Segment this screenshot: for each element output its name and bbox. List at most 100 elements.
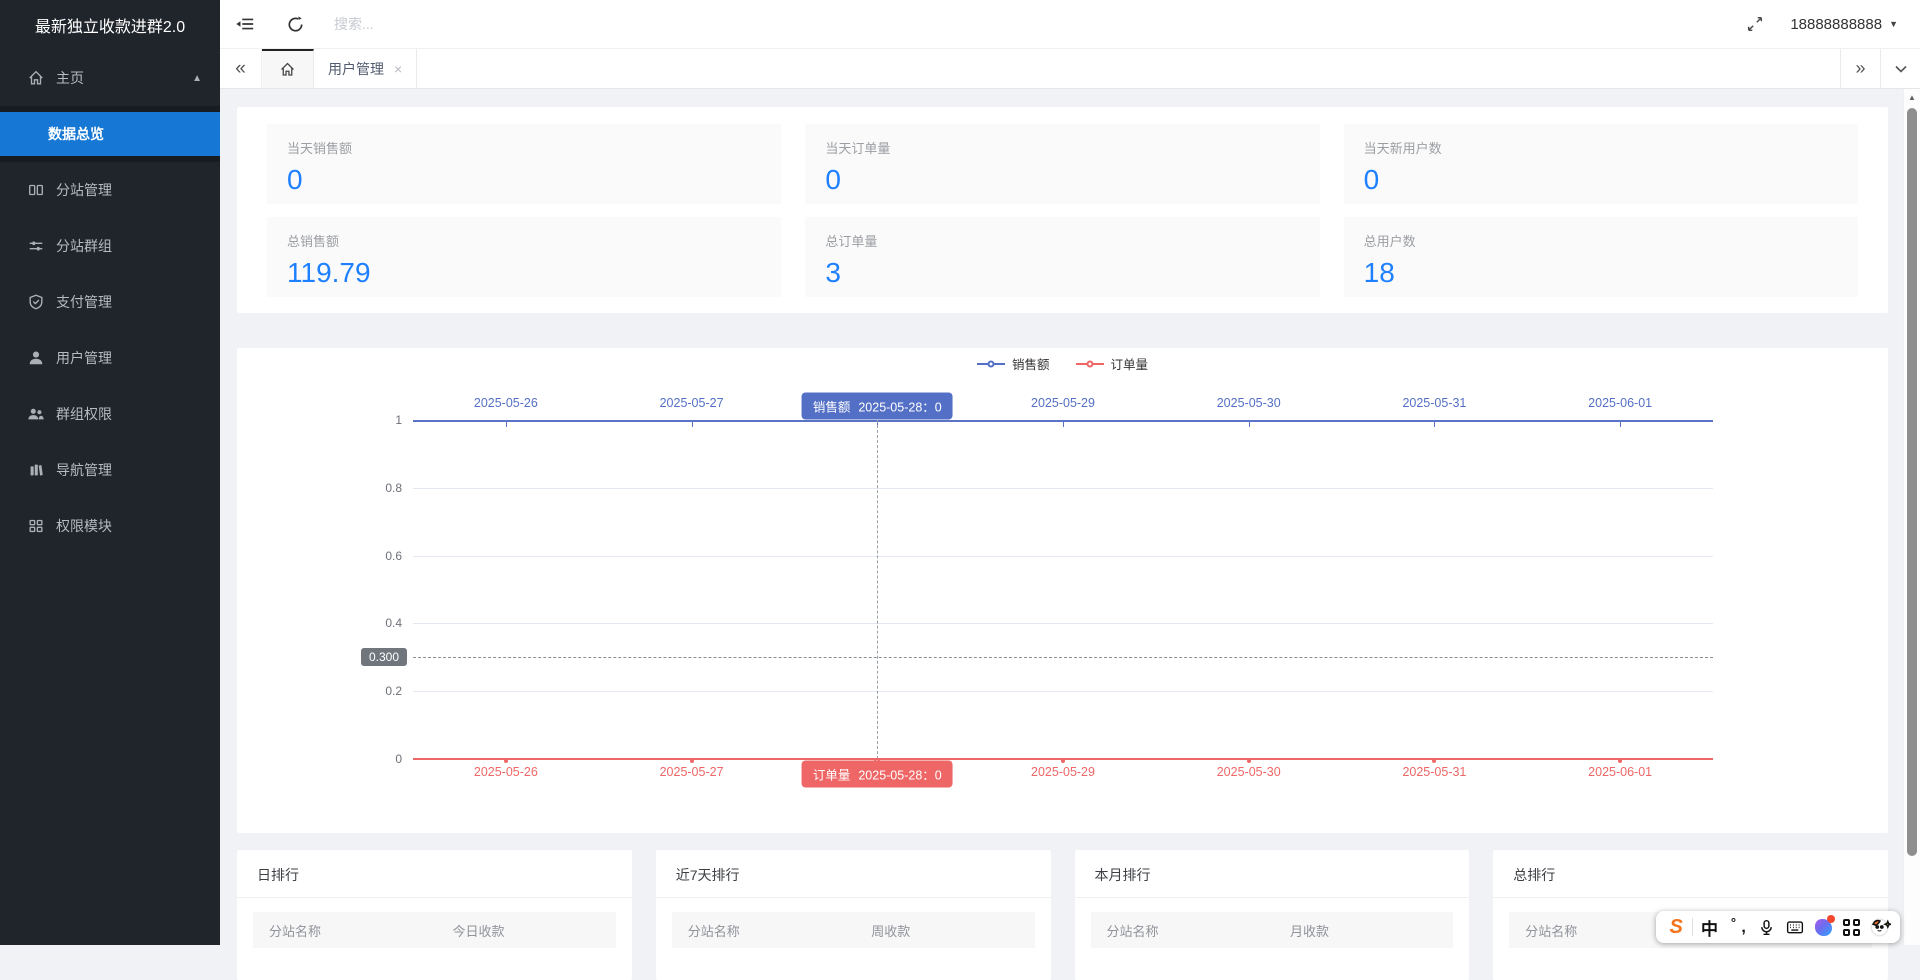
tabs-scroll-right-icon[interactable]: » xyxy=(1840,49,1880,88)
x-tick-label-bottom: 2025-05-30 xyxy=(1217,765,1281,779)
scrollbar-up-icon[interactable]: ▲ xyxy=(1904,89,1920,105)
y-tick-label: 0 xyxy=(395,752,402,766)
divider xyxy=(656,897,1051,898)
rank-title: 总排行 xyxy=(1493,850,1888,897)
x-tick-label-bottom: 2025-06-01 xyxy=(1588,765,1652,779)
user-caret-icon: ▼ xyxy=(1889,19,1898,29)
stat-card-total-sales: 总销售额 119.79 xyxy=(267,217,781,297)
tooltip-value: 2025-05-28：0 xyxy=(858,397,941,416)
legend-item-orders[interactable]: 订单量 xyxy=(1076,354,1149,373)
ai-assistant-icon[interactable] xyxy=(1868,914,1892,940)
sidebar-item-group-permission[interactable]: 群组权限 xyxy=(0,386,220,442)
legend-item-sales[interactable]: 销售额 xyxy=(977,354,1050,373)
y-tick-label: 0.6 xyxy=(385,549,402,563)
sidebar-item-user-manage[interactable]: 用户管理 xyxy=(0,330,220,386)
menu-fold-icon[interactable] xyxy=(220,0,270,48)
fullscreen-icon[interactable] xyxy=(1732,0,1778,48)
tooltip-series: 销售额 xyxy=(813,397,851,416)
home-icon xyxy=(279,61,296,78)
x-tick-label-bottom: 2025-05-26 xyxy=(474,765,538,779)
main-content: 当天销售额 0 当天订单量 0 当天新用户数 0 总销售额 119.79 总订单… xyxy=(220,89,1903,945)
chart-legend: 销售额 订单量 xyxy=(237,354,1888,373)
microphone-icon[interactable] xyxy=(1754,914,1778,940)
punctuation-icon[interactable]: °, xyxy=(1726,914,1750,940)
orders-data-point xyxy=(1061,759,1065,763)
tab-user-manage[interactable]: 用户管理 × xyxy=(314,49,417,88)
rank-title: 近7天排行 xyxy=(656,850,1051,897)
legend-label: 订单量 xyxy=(1111,354,1149,373)
username: 18888888888 xyxy=(1790,16,1882,33)
sidebar-item-nav-manage[interactable]: 导航管理 xyxy=(0,442,220,498)
substation-manage-icon xyxy=(26,180,46,200)
permission-module-icon xyxy=(26,516,46,536)
y-tick-label: 0.8 xyxy=(385,481,402,495)
orders-data-point xyxy=(690,759,694,763)
axis-pointer-vline xyxy=(877,420,878,759)
tabbar-spacer xyxy=(417,49,1840,88)
axis-pointer-value-label: 0.300 xyxy=(361,648,407,666)
tabbar: « 用户管理 × » xyxy=(220,49,1920,89)
stat-value: 119.79 xyxy=(287,257,761,289)
user-menu[interactable]: 18888888888 ▼ xyxy=(1790,16,1898,33)
sales-tooltip: 销售额 2025-05-28：0 xyxy=(802,393,953,420)
x-axis-tick xyxy=(506,422,507,427)
x-axis-tick xyxy=(1249,422,1250,427)
x-tick-label-top: 2025-05-26 xyxy=(474,396,538,410)
orders-data-point xyxy=(1618,759,1622,763)
x-tick-label-top: 2025-05-29 xyxy=(1031,396,1095,410)
group-permission-icon xyxy=(26,404,46,424)
sidebar-item-label: 用户管理 xyxy=(56,348,112,368)
rank-col-site: 分站名称 xyxy=(672,921,872,940)
sidebar-item-substation-group[interactable]: 分站群组 xyxy=(0,218,220,274)
stat-label: 当天新用户数 xyxy=(1364,138,1838,157)
page-scrollbar[interactable]: ▲ xyxy=(1903,89,1920,945)
divider xyxy=(1493,897,1888,898)
soft-keyboard-icon[interactable] xyxy=(1782,914,1806,940)
stat-value: 0 xyxy=(287,164,761,196)
orders-data-point xyxy=(1432,759,1436,763)
sidebar-item-payment-manage[interactable]: 支付管理 xyxy=(0,274,220,330)
scrollbar-thumb[interactable] xyxy=(1907,108,1917,856)
topbar: 18888888888 ▼ xyxy=(220,0,1920,49)
rank-table-header: 分站名称 周收款 xyxy=(672,912,1035,948)
sidebar-item-substation-manage[interactable]: 分站管理 xyxy=(0,162,220,218)
stat-label: 总用户数 xyxy=(1364,231,1838,250)
x-tick-label-bottom: 2025-05-31 xyxy=(1402,765,1466,779)
search-input[interactable] xyxy=(334,16,554,32)
stat-label: 总销售额 xyxy=(287,231,761,250)
chinese-mode-icon[interactable]: 中 xyxy=(1697,914,1721,940)
home-icon xyxy=(26,68,46,88)
rank-col-site: 分站名称 xyxy=(1091,921,1291,940)
divider xyxy=(237,897,632,898)
stat-card-total-users: 总用户数 18 xyxy=(1344,217,1858,297)
x-tick-label-top: 2025-05-27 xyxy=(660,396,724,410)
orders-data-point xyxy=(504,759,508,763)
stat-label: 当天销售额 xyxy=(287,138,761,157)
sidebar-item-label: 支付管理 xyxy=(56,292,112,312)
rank-table-header: 分站名称 今日收款 xyxy=(253,912,616,948)
refresh-icon[interactable] xyxy=(270,0,320,48)
submenu-item-label: 数据总览 xyxy=(48,124,104,144)
nav-manage-icon xyxy=(26,460,46,480)
sidebar-item-data-overview[interactable]: 数据总览 xyxy=(0,112,220,156)
x-tick-label-bottom: 2025-05-29 xyxy=(1031,765,1095,779)
tabs-menu-icon[interactable] xyxy=(1880,49,1920,88)
sidebar-item-home[interactable]: 主页 ▲ xyxy=(0,50,220,106)
stat-value: 0 xyxy=(1364,164,1838,196)
sidebar-item-permission-module[interactable]: 权限模块 xyxy=(0,498,220,554)
tabs-scroll-left-icon[interactable]: « xyxy=(220,49,262,88)
x-axis-tick xyxy=(1620,422,1621,427)
toolbox-icon[interactable] xyxy=(1839,914,1863,940)
rank-col-amount: 周收款 xyxy=(871,921,1034,940)
trend-chart-panel: 销售额 订单量 1 0.8 0.6 0.4 0.2 0 xyxy=(237,348,1888,833)
rank-panel-month: 本月排行 分站名称 月收款 xyxy=(1075,850,1470,980)
rank-col-site: 分站名称 xyxy=(253,921,453,940)
skin-icon[interactable] xyxy=(1811,914,1835,940)
sidebar-item-label: 导航管理 xyxy=(56,460,112,480)
tab-close-icon[interactable]: × xyxy=(394,61,402,77)
sogou-logo-icon[interactable]: S xyxy=(1664,914,1688,940)
sidebar-item-label: 群组权限 xyxy=(56,404,112,424)
rank-title: 本月排行 xyxy=(1075,850,1470,897)
home-submenu: 数据总览 xyxy=(0,106,220,162)
tab-home[interactable] xyxy=(262,49,314,88)
